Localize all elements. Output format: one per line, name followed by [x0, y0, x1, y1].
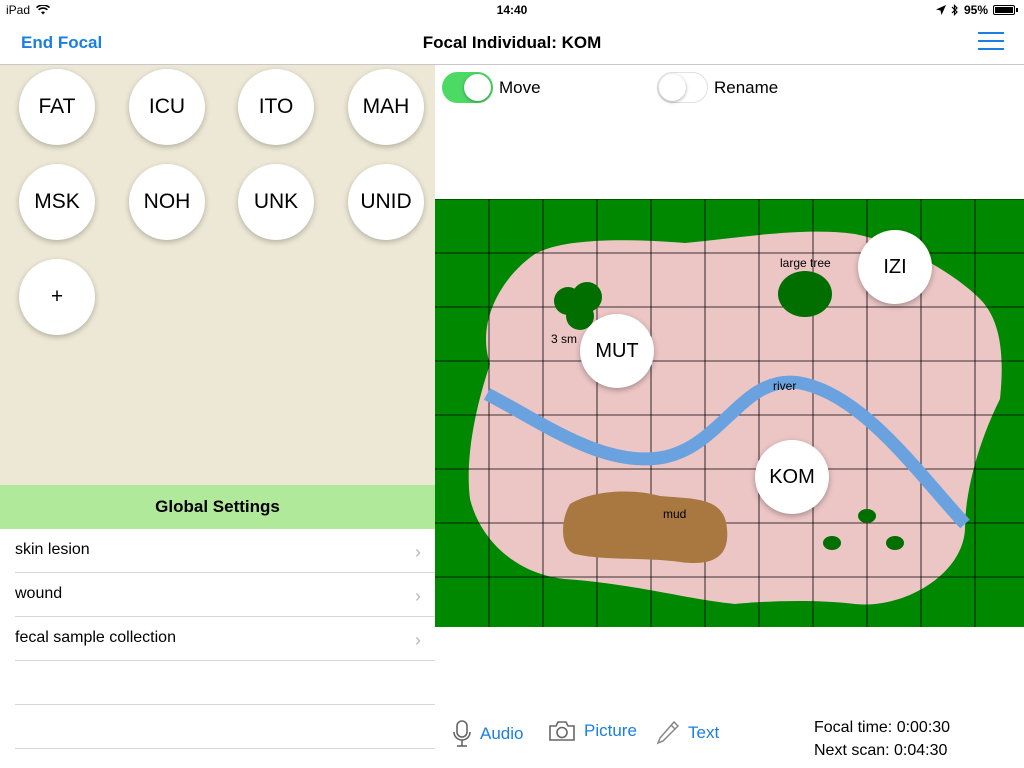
nav-bar: End Focal Focal Individual: KOM — [0, 20, 1024, 65]
individual-button-noh[interactable]: NOH — [129, 164, 205, 240]
field-map[interactable]: large tree 3 sm river mud IZI MUT KOM — [435, 199, 1024, 627]
setting-label: skin lesion — [15, 541, 90, 558]
status-bar: iPad 14:40 95% — [0, 0, 1024, 20]
empty-row — [15, 661, 435, 705]
picture-label: Picture — [584, 721, 637, 740]
setting-row-fecal-sample-collection[interactable]: fecal sample collection › — [15, 617, 435, 661]
individual-button-ito[interactable]: ITO — [238, 69, 314, 145]
add-individual-button[interactable]: + — [19, 259, 95, 335]
next-scan: Next scan: 0:04:30 — [814, 742, 948, 759]
individuals-panel: FAT ICU ITO MAH MSK NOH UNK UNID + — [0, 65, 435, 485]
pencil-icon — [656, 720, 680, 745]
mud-area — [563, 491, 728, 564]
bush — [823, 536, 841, 550]
bush — [858, 509, 876, 523]
chevron-right-icon: › — [415, 586, 421, 606]
map-individual-izi[interactable]: IZI — [858, 230, 932, 304]
setting-label: fecal sample collection — [15, 629, 176, 646]
timers: Focal time: 0:00:30 Next scan: 0:04:30 — [814, 716, 950, 762]
picture-button[interactable]: Picture — [548, 720, 637, 742]
rename-toggle[interactable] — [657, 72, 708, 103]
empty-row — [15, 705, 435, 749]
map-individual-mut[interactable]: MUT — [580, 314, 654, 388]
text-label: Text — [688, 723, 720, 742]
map-individual-kom[interactable]: KOM — [755, 440, 829, 514]
river-label: river — [773, 379, 797, 393]
camera-icon — [549, 721, 575, 741]
page-title: Focal Individual: KOM — [422, 33, 602, 52]
individual-button-msk[interactable]: MSK — [19, 164, 95, 240]
large-tree — [778, 271, 832, 317]
individual-button-unk[interactable]: UNK — [238, 164, 314, 240]
hamburger-menu-icon[interactable] — [978, 32, 1004, 50]
global-settings-header: Global Settings — [0, 485, 435, 529]
location-arrow-icon — [935, 5, 946, 15]
individual-button-unid[interactable]: UNID — [348, 164, 424, 240]
move-toggle-label: Move — [499, 78, 541, 97]
audio-label: Audio — [480, 724, 524, 743]
battery-icon — [993, 5, 1015, 15]
setting-label: wound — [15, 585, 63, 602]
battery-cap — [1016, 8, 1018, 12]
global-settings-list: skin lesion › wound › fecal sample colle… — [0, 529, 435, 749]
text-button[interactable]: Text — [656, 720, 719, 746]
bush — [886, 536, 904, 550]
individual-button-icu[interactable]: ICU — [129, 69, 205, 145]
audio-button[interactable]: Audio — [452, 720, 523, 748]
chevron-right-icon: › — [415, 542, 421, 562]
bluetooth-icon — [951, 4, 958, 16]
map-canvas — [435, 199, 1024, 627]
individual-button-fat[interactable]: FAT — [19, 69, 95, 145]
status-time: 14:40 — [496, 3, 528, 17]
chevron-right-icon: › — [415, 630, 421, 650]
setting-row-skin-lesion[interactable]: skin lesion › — [15, 529, 435, 573]
rename-toggle-label: Rename — [714, 78, 779, 97]
individual-button-mah[interactable]: MAH — [348, 69, 424, 145]
move-toggle[interactable] — [442, 72, 493, 103]
large-tree-label: large tree — [780, 256, 831, 270]
microphone-icon — [453, 720, 471, 747]
setting-row-wound[interactable]: wound › — [15, 573, 435, 617]
mud-label: mud — [663, 507, 687, 521]
battery-percent: 95% — [963, 3, 988, 17]
focal-time: Focal time: 0:00:30 — [814, 719, 951, 736]
status-right: 95% — [935, 3, 1018, 17]
small-trees-label: 3 sm — [551, 332, 578, 346]
